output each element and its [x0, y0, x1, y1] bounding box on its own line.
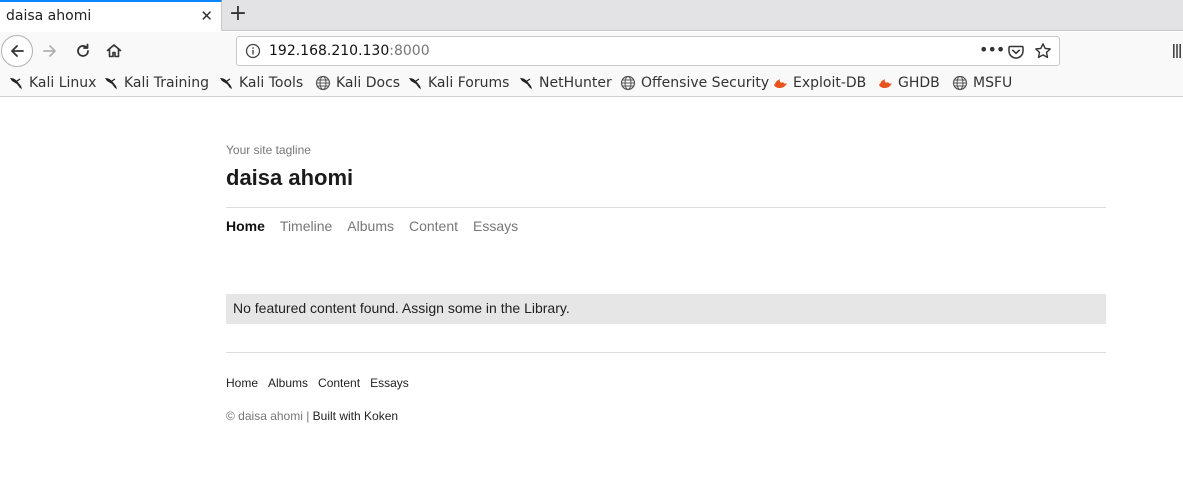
footer-content-link[interactable]: Content [318, 376, 360, 390]
bookmark-label: NetHunter [539, 75, 612, 91]
bookmarks-toolbar: Kali Linux Kali Training Kali Tools Kali Do… [0, 70, 1183, 97]
bookmark-label: Kali Forums [428, 75, 510, 91]
new-tab-button[interactable]: + [226, 2, 250, 26]
globe-icon [620, 75, 636, 91]
kali-dragon-icon [103, 75, 119, 91]
forward-arrow-icon [43, 45, 56, 57]
nav-home-link[interactable]: Home [226, 218, 265, 234]
bookmark-kali-forums[interactable]: Kali Forums [407, 73, 509, 93]
reload-button[interactable] [71, 39, 95, 63]
reload-icon [77, 43, 89, 57]
page-content: Your site tagline daisa ahomi Home Timel… [0, 97, 1183, 478]
footer-nav: Home Albums Content Essays [226, 376, 419, 390]
nav-albums-link[interactable]: Albums [347, 218, 394, 234]
main-nav: Home Timeline Albums Content Essays [226, 218, 533, 234]
pocket-icon[interactable] [1007, 43, 1025, 61]
bookmark-label: GHDB [898, 75, 940, 91]
footer-essays-link[interactable]: Essays [370, 376, 409, 390]
kali-dragon-icon [518, 75, 534, 91]
bookmark-star-icon[interactable] [1034, 42, 1052, 60]
bookmark-nethunter[interactable]: NetHunter [518, 73, 612, 93]
bookmark-label: Exploit-DB [793, 75, 867, 91]
url-bar[interactable]: 192.168.210.130:8000 ••• [236, 36, 1060, 66]
url-port: :8000 [389, 43, 430, 59]
forward-button[interactable] [38, 39, 62, 63]
kali-dragon-icon [407, 75, 423, 91]
footer-albums-link[interactable]: Albums [268, 376, 308, 390]
header-divider [226, 207, 1106, 208]
page-actions-icon[interactable]: ••• [979, 40, 1005, 59]
nav-essays-link[interactable]: Essays [473, 218, 518, 234]
bookmark-label: MSFU [973, 75, 1013, 91]
bookmark-label: Kali Training [124, 75, 209, 91]
nav-content-link[interactable]: Content [409, 218, 458, 234]
globe-icon [315, 75, 331, 91]
featured-content-notice: No featured content found. Assign some i… [226, 294, 1106, 324]
browser-tab[interactable]: daisa ahomi ✕ [0, 0, 222, 31]
bookmark-kali-training[interactable]: Kali Training [103, 73, 209, 93]
footer-home-link[interactable]: Home [226, 376, 258, 390]
site-info-icon[interactable] [245, 43, 261, 59]
bookmark-exploit-db[interactable]: Exploit-DB [772, 73, 866, 93]
bookmark-offensive-security[interactable]: Offensive Security [620, 73, 769, 93]
close-tab-icon[interactable]: ✕ [200, 8, 213, 24]
exploitdb-flame-icon [877, 75, 893, 91]
bookmark-msfu[interactable]: MSFU [952, 73, 1012, 93]
bookmark-label: Kali Linux [29, 75, 97, 91]
tab-title: daisa ahomi [6, 8, 92, 24]
navigation-toolbar: 192.168.210.130:8000 ••• [0, 32, 1183, 70]
exploitdb-flame-icon [772, 75, 788, 91]
kali-dragon-icon [218, 75, 234, 91]
url-host: 192.168.210.130 [269, 43, 390, 59]
back-button[interactable] [1, 35, 33, 67]
copyright-line: © daisa ahomi | Built with Koken [226, 409, 398, 423]
bookmark-label: Offensive Security [641, 75, 770, 91]
bookmark-kali-tools[interactable]: Kali Tools [218, 73, 303, 93]
bookmark-kali-linux[interactable]: Kali Linux [8, 73, 96, 93]
site-title[interactable]: daisa ahomi [226, 165, 353, 191]
bookmark-ghdb[interactable]: GHDB [877, 73, 940, 93]
globe-icon [952, 75, 968, 91]
home-icon [106, 44, 122, 58]
url-text[interactable]: 192.168.210.130:8000 [269, 43, 430, 59]
home-button[interactable] [102, 39, 126, 63]
back-arrow-icon [11, 45, 24, 57]
library-icon[interactable] [1172, 42, 1183, 60]
built-with-koken-link[interactable]: Built with Koken [313, 409, 398, 423]
site-tagline: Your site tagline [226, 143, 311, 157]
copyright-text: © daisa ahomi | [226, 409, 313, 423]
kali-dragon-icon [8, 75, 24, 91]
bookmark-label: Kali Docs [336, 75, 401, 91]
nav-timeline-link[interactable]: Timeline [280, 218, 332, 234]
footer-divider [226, 352, 1106, 353]
bookmark-kali-docs[interactable]: Kali Docs [315, 73, 400, 93]
bookmark-label: Kali Tools [239, 75, 304, 91]
tab-strip: daisa ahomi ✕ + [0, 0, 1183, 31]
